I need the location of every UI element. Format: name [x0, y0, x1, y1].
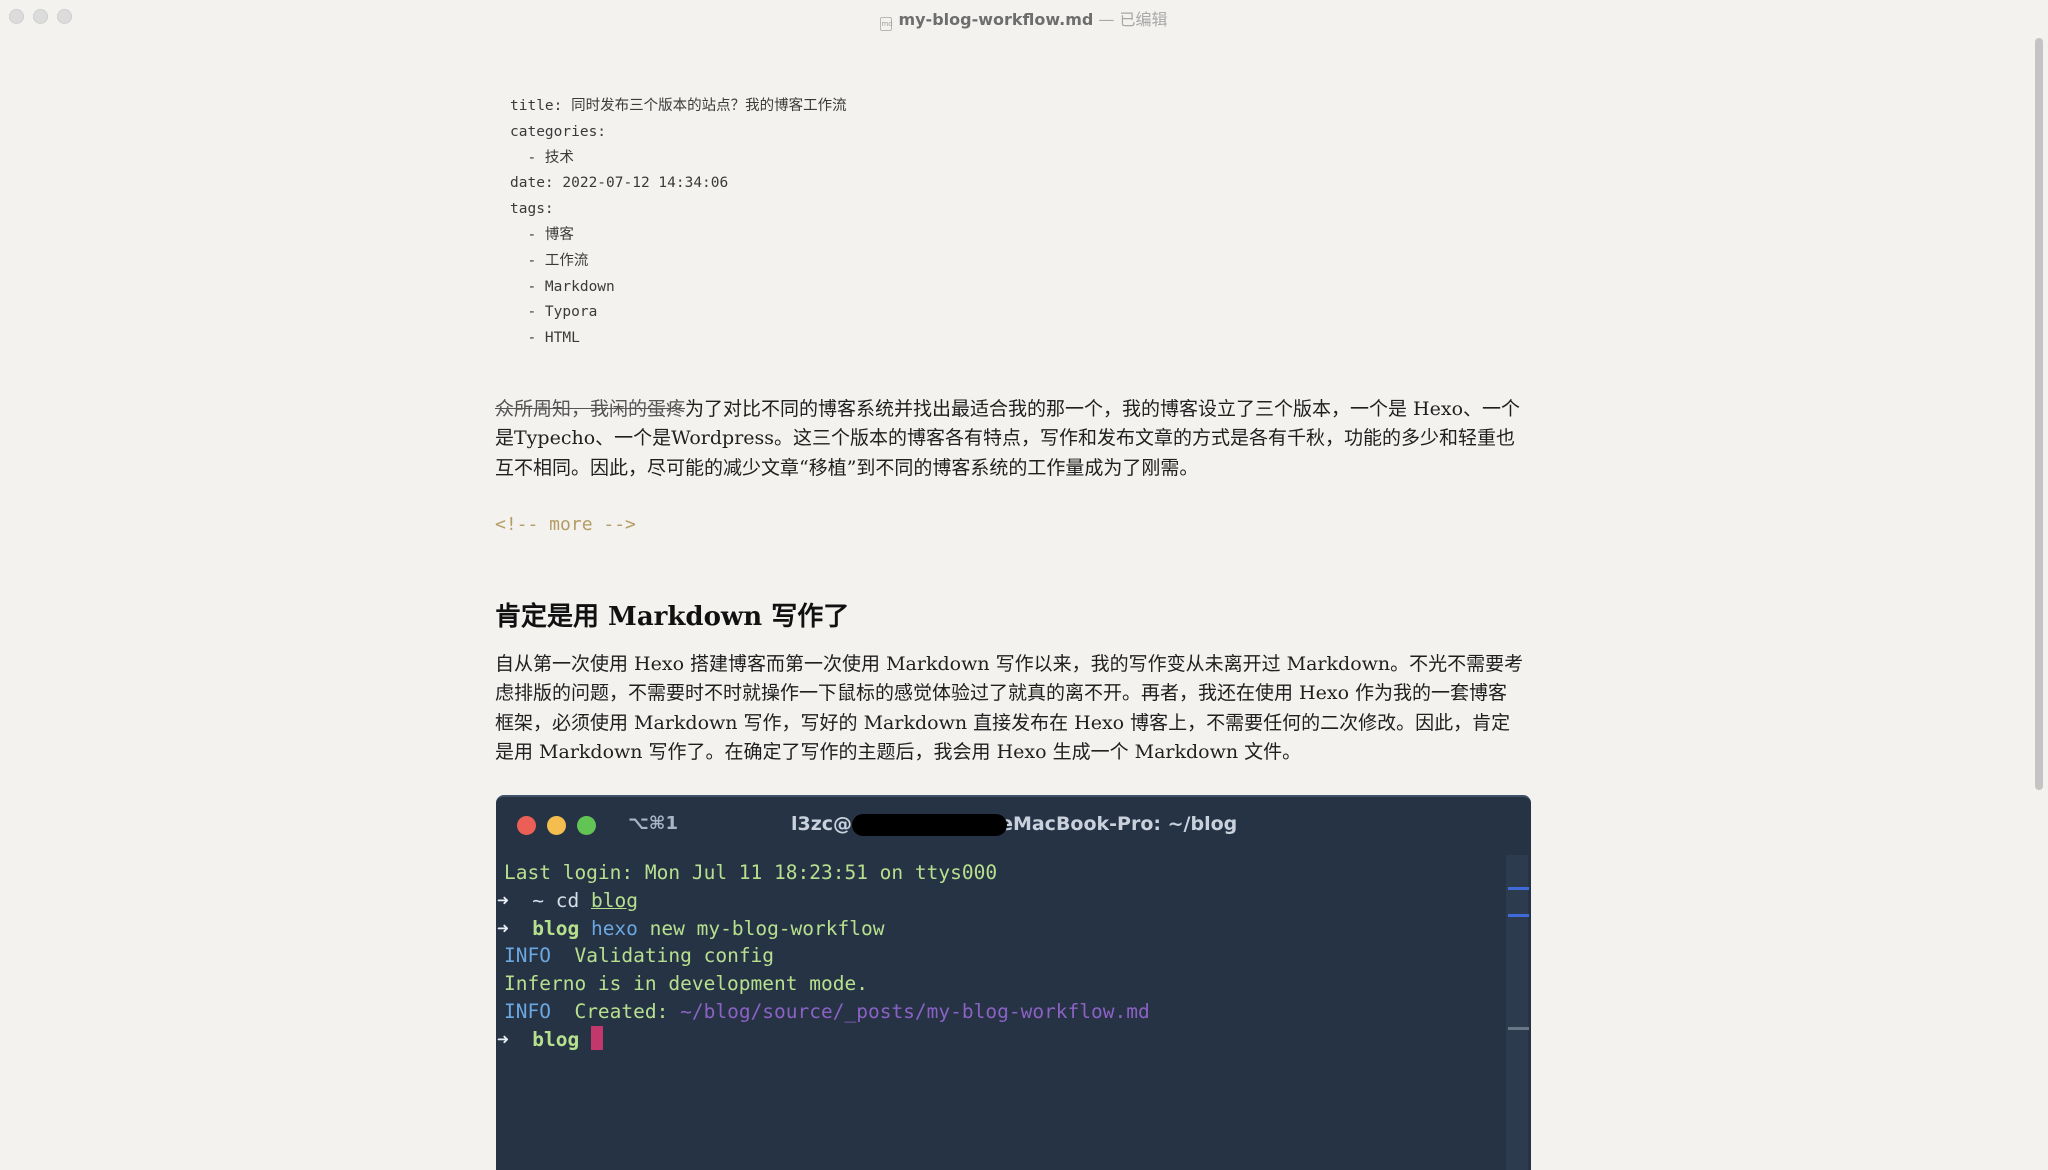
window-edit-status: 已编辑: [1119, 10, 1168, 29]
title-bar: md my-blog-workflow.md — 已编辑: [0, 0, 2048, 34]
last-login-text: Last login: Mon Jul 11 18:23:51 on ttys0…: [504, 861, 998, 884]
front-matter-line: - Markdown: [510, 278, 615, 295]
terminal-line: Last login: Mon Jul 11 18:23:51 on ttys0…: [504, 859, 1150, 887]
prompt-dir: blog: [532, 916, 580, 940]
terminal-scroll-mark: [1508, 1027, 1529, 1030]
terminal-scroll-mark: [1508, 887, 1529, 890]
terminal-line: Inferno is in development mode.: [504, 970, 1150, 998]
redaction-mark: [852, 814, 1007, 836]
terminal-title-user: l3zc@: [791, 813, 853, 835]
terminal-line: ➜ blog: [497, 1025, 1150, 1054]
inferno-text: Inferno is in development mode.: [504, 972, 868, 996]
section-paragraph: 自从第一次使用 Hexo 搭建博客而第一次使用 Markdown 写作以来，我的…: [495, 653, 1524, 763]
prompt-arrow: ➜: [497, 916, 509, 940]
terminal-line: ➜ blog hexo new my-blog-workflow: [497, 915, 1150, 943]
front-matter-line: tags:: [510, 201, 554, 218]
strikethrough-text: 众所周知，我闲的蛋疼: [495, 398, 686, 420]
section-heading: 肯定是用 Markdown 写作了: [495, 602, 850, 632]
front-matter-line: - Typora: [510, 304, 598, 321]
front-matter-line: title: 同时发布三个版本的站点？我的博客工作流: [510, 98, 847, 114]
front-matter-line: - 工作流: [510, 252, 589, 269]
window-title: md my-blog-workflow.md — 已编辑: [0, 6, 2048, 31]
terminal-scrollbar: [1506, 855, 1528, 1170]
info-label: INFO: [504, 999, 551, 1023]
prompt-dir: ~: [532, 888, 544, 912]
front-matter-line: - 博客: [510, 226, 574, 243]
window-separator: —: [1093, 10, 1120, 29]
front-matter-line: categories:: [510, 123, 607, 140]
front-matter-block[interactable]: title: 同时发布三个版本的站点？我的博客工作流 categories: -…: [510, 94, 847, 352]
prompt-dir: blog: [532, 1027, 580, 1051]
command: cd: [555, 888, 580, 912]
terminal-line: INFO Validating config: [504, 942, 1150, 970]
terminal-cursor: [590, 1025, 603, 1050]
front-matter-line: date: 2022-07-12 14:34:06: [510, 175, 729, 192]
terminal-title-host: eMacBook-Pro: ~/blog: [1000, 813, 1238, 835]
intro-paragraph: 众所周知，我闲的蛋疼为了对比不同的博客系统并找出最适合我的那一个，我的博客设立了…: [495, 395, 1525, 483]
created-label: Created:: [574, 999, 669, 1023]
prompt-arrow: ➜: [497, 888, 509, 912]
markdown-file-icon: md: [880, 17, 893, 31]
terminal-tab-shortcut: ⌥⌘1: [628, 813, 678, 834]
command-arg: blog: [590, 888, 638, 912]
terminal-output: Last login: Mon Jul 11 18:23:51 on ttys0…: [497, 859, 1150, 1054]
info-text: Validating config: [574, 944, 775, 968]
created-path: ~/blog/source/_posts/my-blog-workflow.md: [680, 999, 1150, 1023]
window-filename: my-blog-workflow.md: [898, 10, 1094, 29]
info-label: INFO: [504, 944, 551, 968]
front-matter-line: - 技术: [510, 149, 574, 166]
terminal-line: INFO Created: ~/blog/source/_posts/my-bl…: [504, 998, 1150, 1026]
terminal-zoom-dot: [577, 816, 596, 835]
document-scrollbar-thumb[interactable]: [2035, 38, 2043, 790]
prompt-arrow: ➜: [497, 1027, 509, 1051]
terminal-scroll-mark: [1508, 914, 1529, 917]
terminal-screenshot: ⌥⌘1 l3zc@ eMacBook-Pro: ~/blog Last login…: [496, 795, 1531, 1170]
front-matter-line: - HTML: [510, 330, 580, 347]
terminal-line: ➜ ~ cd blog: [497, 887, 1150, 915]
command: hexo: [590, 916, 638, 940]
command-args: new my-blog-workflow: [649, 916, 885, 940]
terminal-minimize-dot: [547, 816, 566, 835]
terminal-close-dot: [517, 816, 536, 835]
more-comment: <!-- more -->: [495, 514, 636, 535]
